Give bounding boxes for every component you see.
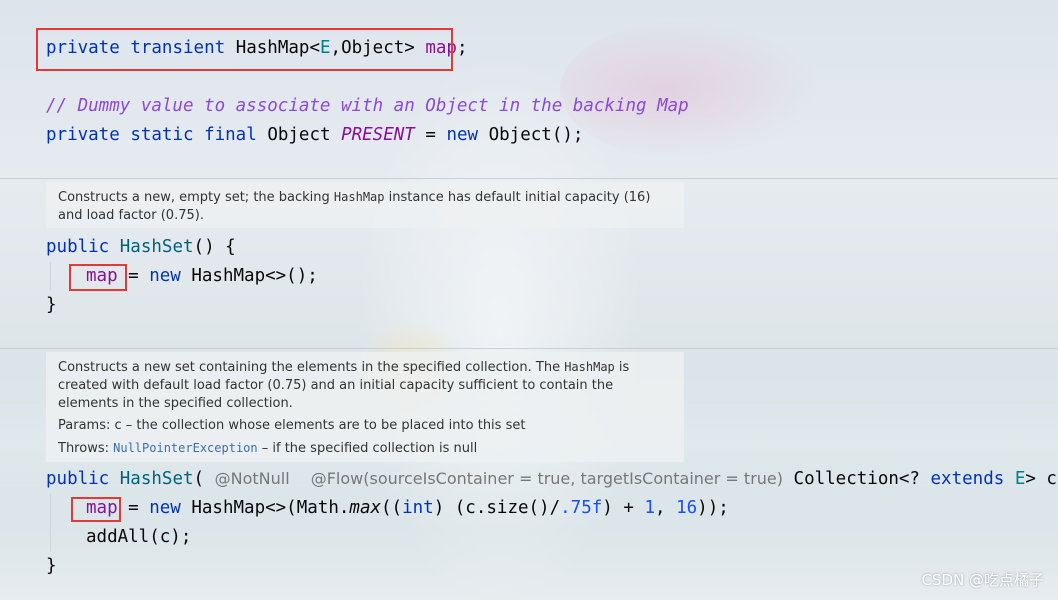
- type-object: Object: [267, 125, 342, 145]
- javadoc-hashset-default: Constructs a new, empty set; the backing…: [46, 182, 684, 228]
- code-text: ) +: [602, 498, 645, 518]
- doc-code-hashmap: HashMap: [564, 360, 615, 374]
- watermark: CSDN @吃点橘子: [921, 571, 1044, 589]
- method-separator: [0, 178, 1058, 179]
- code-text: ,: [655, 498, 677, 518]
- highlight-box-map-declaration: [36, 28, 453, 71]
- equals: =: [117, 498, 150, 518]
- highlight-box-map-ctor2: [71, 497, 121, 522]
- code-line-ctor2-body1: map = new HashMap<>(Math.max((int) (c.si…: [86, 497, 729, 519]
- keyword-final: final: [204, 125, 257, 145]
- annotation-flow: @Flow(sourceIsContainer = true, targetIs…: [310, 469, 783, 488]
- keyword-new: new: [149, 266, 181, 286]
- doc-throws-text: – if the specified collection is null: [257, 441, 478, 456]
- code-close-brace: }: [46, 295, 57, 315]
- params: () {: [193, 237, 236, 257]
- doc-throws-label: Throws:: [58, 441, 114, 456]
- field-present: PRESENT: [341, 125, 415, 145]
- doc-text: Constructs a new set containing the elem…: [58, 360, 565, 375]
- background-hair: [560, 20, 820, 160]
- method-name-hashset: HashSet: [119, 237, 194, 257]
- doc-throws: Throws: NullPointerException – if the sp…: [58, 439, 672, 458]
- generic-e: E: [1004, 469, 1026, 489]
- open-paren: (: [193, 469, 215, 489]
- params-rest: > c) {: [1025, 469, 1058, 489]
- doc-code-hashmap: HashMap: [333, 190, 385, 204]
- annotation-notnull: @NotNull: [214, 469, 290, 488]
- method-name-hashset: HashSet: [119, 469, 194, 489]
- semicolon: ;: [456, 38, 468, 58]
- keyword-int: int: [402, 498, 434, 518]
- constructor-call: Object();: [478, 125, 584, 145]
- keyword-public: public: [46, 469, 110, 489]
- highlight-box-map-ctor1: [69, 264, 127, 291]
- code-comment: // Dummy value to associate with an Obje…: [46, 96, 689, 116]
- indent-guide: [50, 494, 51, 552]
- code-line-ctor1: public HashSet() {: [46, 236, 236, 258]
- indent-guide: [50, 262, 51, 290]
- keyword-static: static: [130, 125, 194, 145]
- keyword-new: new: [446, 125, 479, 145]
- doc-text: Constructs a new, empty set; the backing: [58, 190, 334, 205]
- code-text: HashMap<>(Math.: [180, 498, 350, 518]
- number-075f: .75f: [560, 498, 603, 518]
- code-line-ctor2-body2: addAll(c);: [86, 527, 192, 547]
- constructor-call: HashMap<>();: [180, 266, 318, 286]
- code-close-brace: }: [46, 556, 57, 576]
- doc-params: Params: c – the collection whose element…: [58, 418, 526, 433]
- number-1: 1: [644, 498, 655, 518]
- code-text: ) (c.size()/: [433, 498, 561, 518]
- javadoc-hashset-collection: Constructs a new set containing the elem…: [46, 352, 684, 462]
- keyword-new: new: [149, 498, 181, 518]
- type-collection: Collection<?: [783, 469, 931, 489]
- equals: =: [414, 125, 447, 145]
- code-text: ));: [697, 498, 729, 518]
- keyword-private: private: [46, 125, 120, 145]
- number-16: 16: [676, 498, 698, 518]
- method-max: max: [349, 498, 382, 518]
- code-text: ((: [381, 498, 403, 518]
- keyword-public: public: [46, 237, 110, 257]
- keyword-extends: extends: [930, 469, 1005, 489]
- method-separator: [0, 348, 1058, 349]
- code-line-present: private static final Object PRESENT = ne…: [46, 124, 583, 146]
- link-nullpointerexception[interactable]: NullPointerException: [113, 441, 258, 455]
- code-line-ctor2: public HashSet( @NotNull @Flow(sourceIsC…: [46, 468, 1058, 490]
